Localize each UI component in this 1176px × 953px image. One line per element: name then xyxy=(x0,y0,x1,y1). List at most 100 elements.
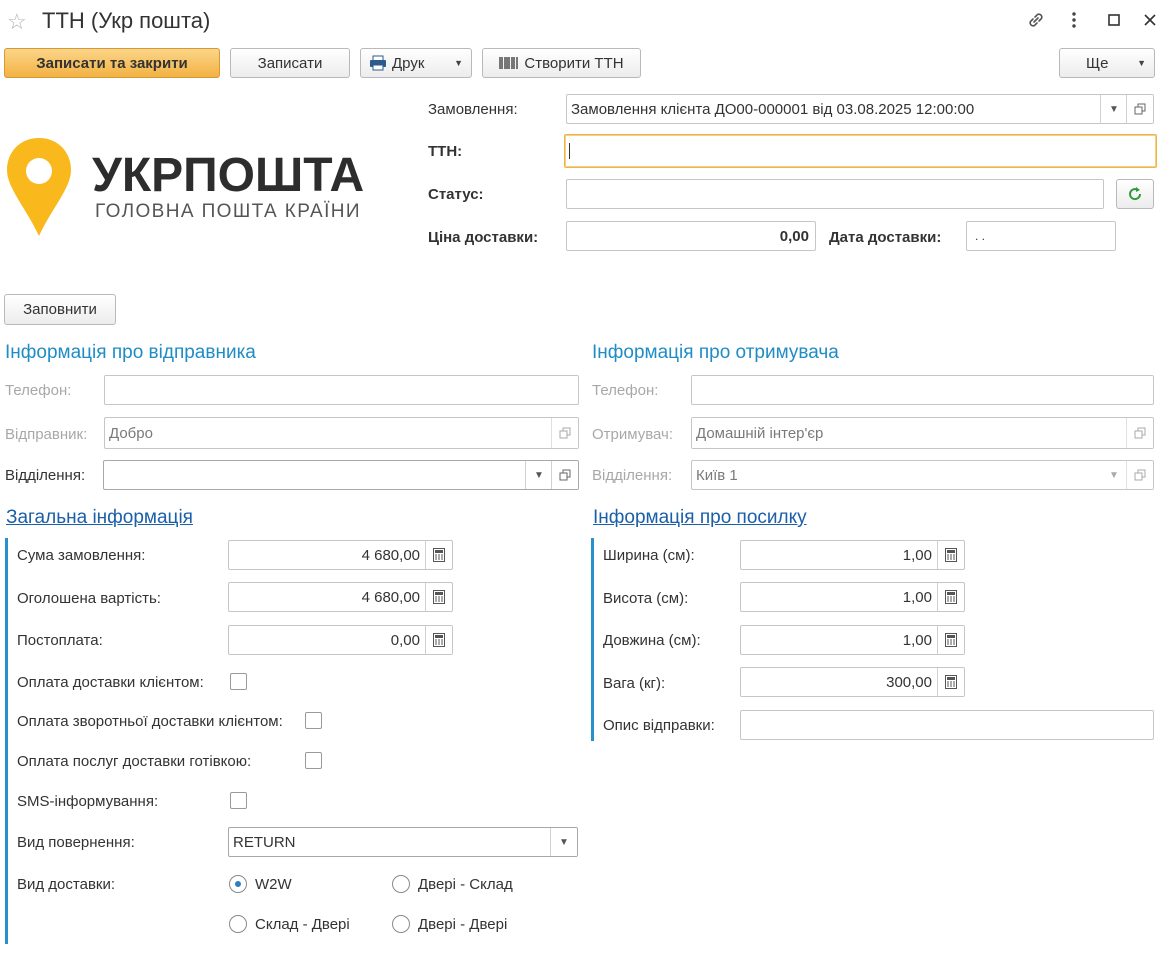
calculator-icon[interactable] xyxy=(425,541,452,569)
printer-icon xyxy=(370,55,386,71)
save-and-close-button[interactable]: Записати та закрити xyxy=(4,48,220,78)
open-icon xyxy=(559,427,571,439)
delivery-date-field[interactable]: . . xyxy=(966,221,1116,251)
parcel-section-title[interactable]: Інформація про посилку xyxy=(593,507,807,529)
open-recipient-branch-button[interactable] xyxy=(1126,461,1153,489)
window-title: ТТН (Укр пошта) xyxy=(42,8,211,33)
open-sender-button[interactable] xyxy=(551,418,578,448)
postpay-value: 0,00 xyxy=(390,631,420,649)
save-button[interactable]: Записати xyxy=(230,48,350,78)
delivery-date-value: . . xyxy=(975,229,986,243)
sender-label: Відправник: xyxy=(5,426,88,443)
sender-field: Добро xyxy=(104,417,579,449)
save-and-close-label: Записати та закрити xyxy=(36,54,188,72)
order-sum-field[interactable]: 4 680,00 xyxy=(228,540,453,570)
status-label: Статус: xyxy=(428,186,484,203)
postpay-field[interactable]: 0,00 xyxy=(228,625,453,655)
open-sender-branch-button[interactable] xyxy=(551,461,578,489)
width-field[interactable]: 1,00 xyxy=(740,540,965,570)
fill-button[interactable]: Заповнити xyxy=(4,294,116,325)
more-label: Ще xyxy=(1086,54,1109,72)
pay-return-label: Оплата зворотньої доставки клієнтом: xyxy=(17,713,283,730)
radio-w2w[interactable] xyxy=(229,875,247,893)
calculator-icon[interactable] xyxy=(937,541,964,569)
weight-label: Вага (кг): xyxy=(603,675,666,692)
length-value: 1,00 xyxy=(902,631,932,649)
logo-tagline-text: ГОЛОВНА ПОШТА КРАЇНИ xyxy=(95,201,361,222)
refresh-status-button[interactable] xyxy=(1116,179,1154,209)
refresh-icon xyxy=(1129,187,1142,201)
link-icon[interactable] xyxy=(1025,10,1047,32)
parcel-section-bar xyxy=(591,538,594,741)
close-icon[interactable] xyxy=(1139,10,1161,32)
declared-value-label: Оголошена вартість: xyxy=(17,590,161,607)
print-button[interactable]: Друк ▼ xyxy=(360,48,472,78)
open-icon xyxy=(1134,427,1146,439)
order-field[interactable]: Замовлення клієнта ДО00-000001 від 03.08… xyxy=(566,94,1154,124)
sender-phone-field xyxy=(104,375,579,405)
radio-warehouse-door-label: Склад - Двері xyxy=(255,916,350,933)
barcode-icon xyxy=(499,57,519,69)
text-cursor xyxy=(569,143,570,159)
more-vertical-icon[interactable] xyxy=(1063,10,1085,32)
radio-warehouse-door[interactable] xyxy=(229,915,247,933)
open-order-button[interactable] xyxy=(1126,95,1153,123)
radio-door-door[interactable] xyxy=(392,915,410,933)
radio-w2w-label: W2W xyxy=(255,876,292,893)
status-field[interactable] xyxy=(566,179,1104,209)
sender-branch-field[interactable]: ▼ xyxy=(103,460,579,490)
height-field[interactable]: 1,00 xyxy=(740,582,965,612)
pay-delivery-label: Оплата доставки клієнтом: xyxy=(17,674,204,691)
return-type-select[interactable]: RETURN ▼ xyxy=(228,827,578,857)
calculator-icon[interactable] xyxy=(937,626,964,654)
weight-value: 300,00 xyxy=(886,673,932,691)
order-dropdown-button[interactable]: ▼ xyxy=(1100,95,1127,123)
chevron-down-icon: ▼ xyxy=(1137,58,1146,68)
general-section-title[interactable]: Загальна інформація xyxy=(6,507,193,529)
calculator-icon[interactable] xyxy=(425,626,452,654)
delivery-price-field[interactable]: 0,00 xyxy=(566,221,816,251)
recipient-branch-label: Відділення: xyxy=(592,467,673,484)
calculator-icon[interactable] xyxy=(425,583,452,611)
order-sum-value: 4 680,00 xyxy=(361,546,420,564)
order-label: Замовлення: xyxy=(428,101,518,118)
ttn-input[interactable] xyxy=(564,134,1157,168)
sender-branch-label: Відділення: xyxy=(5,467,86,484)
sms-checkbox[interactable] xyxy=(230,792,247,809)
radio-door-warehouse[interactable] xyxy=(392,875,410,893)
calculator-icon[interactable] xyxy=(937,668,964,696)
weight-field[interactable]: 300,00 xyxy=(740,667,965,697)
sender-section-title: Інформація про відправника xyxy=(5,342,256,363)
order-value: Замовлення клієнта ДО00-000001 від 03.08… xyxy=(571,100,975,118)
length-field[interactable]: 1,00 xyxy=(740,625,965,655)
pay-delivery-checkbox[interactable] xyxy=(230,673,247,690)
description-label: Опис відправки: xyxy=(603,717,715,734)
fill-label: Заповнити xyxy=(23,301,97,318)
sender-branch-dropdown[interactable]: ▼ xyxy=(525,461,552,489)
return-type-dropdown[interactable]: ▼ xyxy=(550,828,577,856)
width-value: 1,00 xyxy=(902,546,932,564)
create-ttn-label: Створити ТТН xyxy=(524,54,624,72)
recipient-branch-dropdown[interactable]: ▼ xyxy=(1101,461,1127,489)
pay-cash-checkbox[interactable] xyxy=(305,752,322,769)
recipient-branch-field: Київ 1 ▼ xyxy=(691,460,1154,490)
pay-cash-label: Оплата послуг доставки готівкою: xyxy=(17,753,252,770)
declared-value-field[interactable]: 4 680,00 xyxy=(228,582,453,612)
create-ttn-button[interactable]: Створити ТТН xyxy=(482,48,641,78)
postpay-label: Постоплата: xyxy=(17,632,103,649)
order-sum-label: Сума замовлення: xyxy=(17,547,146,564)
save-label: Записати xyxy=(257,54,323,72)
logo-brand-text: УКРПОШТА xyxy=(92,149,364,202)
open-icon xyxy=(1134,103,1146,115)
pay-return-checkbox[interactable] xyxy=(305,712,322,729)
more-button[interactable]: Ще ▼ xyxy=(1059,48,1155,78)
favorite-star-icon[interactable]: ☆ xyxy=(7,9,27,35)
length-label: Довжина (см): xyxy=(603,632,701,649)
description-field[interactable] xyxy=(740,710,1154,740)
maximize-icon[interactable] xyxy=(1103,10,1125,32)
sender-phone-label: Телефон: xyxy=(5,382,72,399)
ttn-label: ТТН: xyxy=(428,143,463,160)
calculator-icon[interactable] xyxy=(937,583,964,611)
open-recipient-button[interactable] xyxy=(1126,418,1153,448)
general-section-bar xyxy=(5,538,8,944)
